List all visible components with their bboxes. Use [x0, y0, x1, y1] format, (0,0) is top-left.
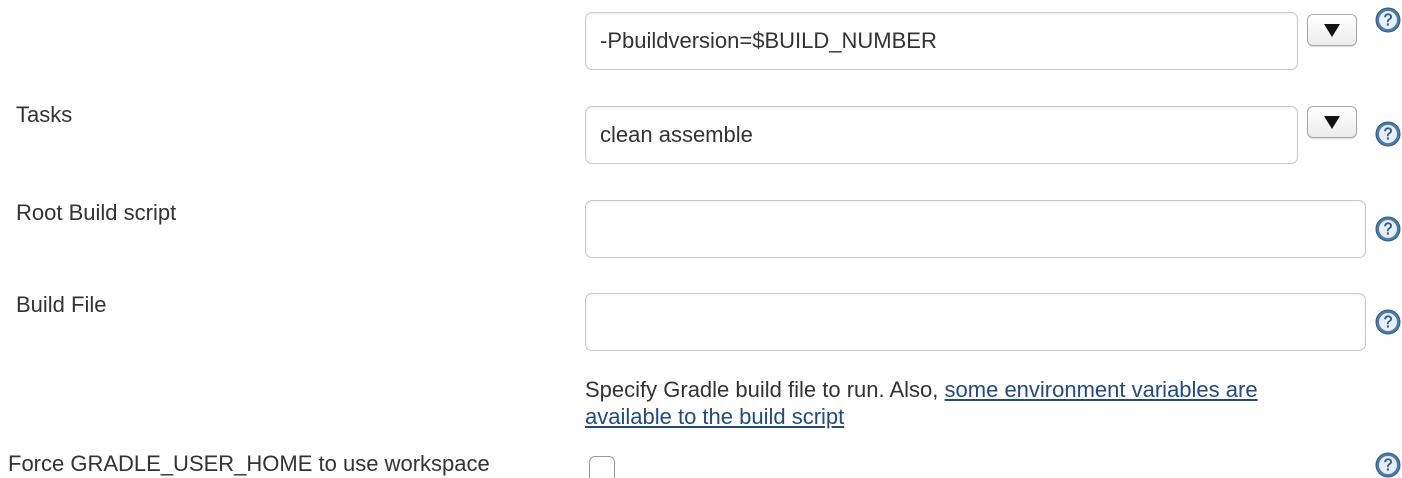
root-build-script-help-icon[interactable] [1375, 216, 1401, 242]
build-file-input[interactable] [585, 293, 1366, 351]
triangle-down-icon [1324, 24, 1340, 37]
switches-expand-button[interactable] [1307, 14, 1357, 46]
help-question-icon [1375, 309, 1401, 335]
help-question-icon [1375, 216, 1401, 242]
switches-input[interactable] [585, 12, 1298, 70]
build-file-description-text: Specify Gradle build file to run. Also, [585, 377, 945, 402]
tasks-expand-button[interactable] [1307, 106, 1357, 138]
tasks-label: Tasks [16, 102, 73, 127]
help-question-icon [1375, 121, 1401, 147]
tasks-help-icon[interactable] [1375, 121, 1401, 147]
help-question-icon [1375, 7, 1401, 33]
switches-help-icon[interactable] [1375, 7, 1401, 33]
build-file-help-icon[interactable] [1375, 309, 1401, 335]
gradle-build-step-form: Tasks Root Build script Build File [0, 0, 1402, 478]
help-question-icon [1375, 452, 1401, 478]
build-file-description: Specify Gradle build file to run. Also, … [585, 376, 1345, 430]
triangle-down-icon [1324, 116, 1340, 129]
force-gradle-user-home-checkbox[interactable] [589, 456, 615, 478]
force-gradle-user-home-label: Force GRADLE_USER_HOME to use workspace [8, 451, 490, 476]
tasks-input[interactable] [585, 106, 1298, 164]
build-file-label: Build File [16, 292, 107, 317]
root-build-script-label: Root Build script [16, 200, 177, 225]
root-build-script-input[interactable] [585, 200, 1366, 258]
force-gradle-user-home-help-icon[interactable] [1375, 452, 1401, 478]
